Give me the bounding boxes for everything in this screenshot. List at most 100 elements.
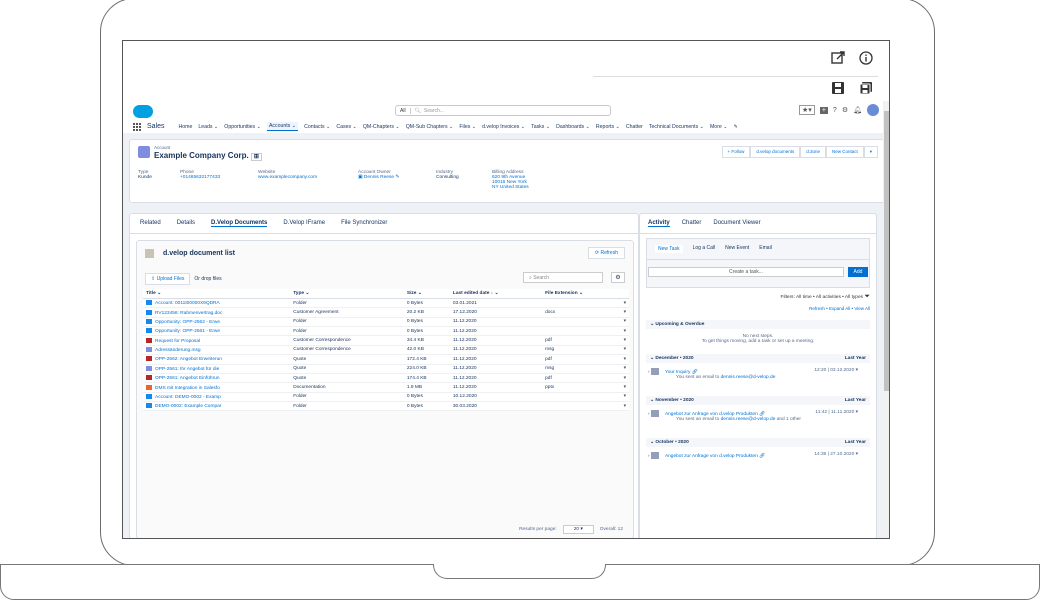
upload-files-button[interactable]: ⇪ Upload Files: [145, 273, 191, 285]
nav-item-contacts[interactable]: Contacts ⌄: [304, 124, 330, 130]
table-row[interactable]: DMS mit Integration in Salesfo Documentat…: [143, 382, 629, 393]
nav-item-opportunities[interactable]: Opportunities ⌄: [224, 124, 261, 130]
row-actions-icon[interactable]: ▾: [620, 354, 629, 365]
doclist-search-input[interactable]: ⌕ Search: [523, 272, 603, 283]
scrollbar-thumb[interactable]: [884, 111, 889, 391]
tab-file-synchronizer[interactable]: File Synchronizer: [341, 220, 387, 227]
composer-tab-log-a-call[interactable]: Log a Call: [693, 245, 716, 253]
table-row[interactable]: Account: DEMO-0002 - Examp Folder 0 Bytes 1…: [143, 392, 629, 402]
column-header-type[interactable]: Type ⌄: [290, 289, 404, 299]
activity-links[interactable]: Refresh • Expand All • View All: [809, 306, 870, 311]
table-row[interactable]: Request for Proposal Customer Corresponde…: [143, 335, 629, 346]
composer-tab-new-task[interactable]: New Task: [655, 245, 683, 253]
search-scope[interactable]: All: [396, 107, 411, 114]
month-section[interactable]: ⌄ December • 2020 Last Year: [646, 354, 870, 363]
nav-item-qm-sub-chapters[interactable]: QM-Sub Chapters ⌄: [406, 124, 454, 130]
table-row[interactable]: OPP-2562: Angebot Erweiterun Quote 172.4 K…: [143, 354, 629, 365]
row-actions-icon[interactable]: ▾: [620, 392, 629, 402]
document-link[interactable]: Account: DEMO-0002 - Examp: [155, 395, 221, 400]
nav-item-leads[interactable]: Leads ⌄: [198, 124, 218, 130]
upcoming-section[interactable]: ⌄ Upcoming & Overdue: [646, 320, 870, 329]
save-all-icon[interactable]: [859, 81, 873, 98]
results-per-page-select[interactable]: 20 ▾: [562, 525, 594, 534]
row-actions-icon[interactable]: ▾: [620, 382, 629, 393]
row-actions-icon[interactable]: ▾: [620, 317, 629, 328]
document-link[interactable]: OPP-2562: Angebot Erweiterun: [155, 357, 222, 362]
global-search[interactable]: All 🔍︎ Search...: [395, 105, 611, 116]
document-link[interactable]: Opportunity: OPP-2561 - Erwe: [155, 329, 220, 334]
document-link[interactable]: DMS mit Integration in Salesfo: [155, 385, 220, 390]
activity-item[interactable]: › Angebot zur Anfrage von d.velop Produk…: [648, 452, 870, 459]
document-link[interactable]: Request for Proposal: [155, 339, 200, 344]
external-link-icon[interactable]: [831, 51, 845, 68]
document-link[interactable]: OPP-2561: Angebot Einführun: [155, 376, 220, 381]
add-button[interactable]: Add: [848, 267, 868, 277]
composer-tab-email[interactable]: Email: [759, 245, 772, 253]
nav-item-reports[interactable]: Reports ⌄: [596, 124, 620, 130]
page-scrollbar[interactable]: [883, 101, 889, 538]
nav-item-tasks[interactable]: Tasks ⌄: [531, 124, 550, 130]
bell-icon[interactable]: 🔔︎: [853, 106, 862, 114]
salesforce-logo[interactable]: [133, 105, 153, 118]
table-row[interactable]: Opportunity: OPP-2561 - Erwe Folder 0 Byte…: [143, 326, 629, 337]
column-header-file-extension[interactable]: File Extension ⌄: [542, 289, 621, 299]
document-link[interactable]: Adressänderung.msg: [155, 348, 201, 353]
row-actions-icon[interactable]: ▾: [620, 401, 629, 412]
nav-item-d-velop-invoices[interactable]: d.velop Invoices ⌄: [482, 124, 525, 130]
row-actions-icon[interactable]: ▾: [620, 364, 629, 374]
new-contact-button[interactable]: New Contact: [825, 146, 864, 158]
create-task-input[interactable]: Create a task...: [648, 267, 844, 277]
hierarchy-icon[interactable]: ⊞: [250, 153, 262, 161]
d3one-button[interactable]: d.3one: [800, 146, 826, 158]
row-actions-icon[interactable]: ▾: [620, 307, 629, 318]
document-link[interactable]: Opportunity: OPP-2562 - Erwe: [155, 320, 220, 325]
nav-item-technical-documents[interactable]: Technical Documents ⌄: [649, 124, 704, 130]
tab-d-velop-iframe[interactable]: D.Velop IFrame: [283, 220, 325, 227]
column-header-last-edited-date[interactable]: Last edited date ↓ ⌄: [449, 289, 543, 299]
app-launcher-icon[interactable]: [133, 122, 141, 131]
table-row[interactable]: RV123456: Rahmenvertrag.doc Customer Agre…: [143, 307, 629, 318]
tab-related[interactable]: Related: [140, 220, 161, 227]
nav-item-dashboards[interactable]: Dashboards ⌄: [556, 124, 590, 130]
tab-details[interactable]: Details: [177, 220, 195, 227]
nav-item-chatter[interactable]: Chatter: [626, 124, 643, 130]
refresh-button[interactable]: ⟳ Refresh: [587, 247, 625, 259]
filter-icon[interactable]: ⏷: [864, 293, 870, 300]
nav-item-accounts[interactable]: Accounts ⌄: [266, 122, 299, 131]
more-actions-icon[interactable]: ▾: [863, 146, 878, 158]
table-row[interactable]: OPP-2561: Ihr Angebot für die Quote 224.0 …: [143, 364, 629, 374]
nav-item-home[interactable]: Home: [179, 124, 193, 130]
document-link[interactable]: OPP-2561: Ihr Angebot für die: [155, 367, 219, 372]
document-link[interactable]: Account: 0011t00000X9QDRA: [155, 301, 220, 306]
composer-tab-new-event[interactable]: New Event: [725, 245, 749, 253]
table-row[interactable]: OPP-2561: Angebot Einführun Quote 174.4 KB…: [143, 373, 629, 384]
row-actions-icon[interactable]: ▾: [620, 298, 629, 309]
nav-item-cases[interactable]: Cases ⌄: [336, 124, 357, 130]
settings-gear-icon[interactable]: ⚙: [611, 272, 625, 283]
add-icon[interactable]: +: [819, 106, 828, 114]
tab-chatter[interactable]: Chatter: [682, 220, 702, 227]
nav-item-more[interactable]: More ⌄: [710, 124, 728, 130]
avatar[interactable]: [867, 104, 879, 116]
follow-button[interactable]: + Follow: [721, 146, 751, 158]
edit-nav-icon[interactable]: ✎: [734, 124, 738, 130]
nav-item-files[interactable]: Files ⌄: [459, 124, 476, 130]
tab-activity[interactable]: Activity: [648, 220, 670, 227]
search-input[interactable]: Search...: [421, 108, 444, 114]
info-icon[interactable]: [859, 51, 873, 68]
month-section[interactable]: ⌄ November • 2020 Last Year: [646, 396, 870, 405]
month-section[interactable]: ⌄ October • 2020 Last Year: [646, 438, 870, 447]
column-header-size[interactable]: Size ⌄: [403, 289, 450, 299]
table-row[interactable]: Opportunity: OPP-2562 - Erwe Folder 0 Byte…: [143, 317, 629, 328]
row-actions-icon[interactable]: ▾: [620, 335, 629, 346]
document-link[interactable]: DEMO-0002: Example Compar: [155, 404, 221, 409]
recipient-link[interactable]: dennis.reese@d-velop.de: [721, 417, 776, 422]
activity-subject[interactable]: Angebot zur Anfrage von d.velop Produkte…: [665, 454, 765, 459]
tab-document-viewer[interactable]: Document Viewer: [713, 220, 760, 227]
help-icon[interactable]: ?: [833, 107, 837, 114]
activity-item[interactable]: › Angebot zur Anfrage von d.velop Produk…: [648, 410, 870, 422]
recipient-link[interactable]: dennis.reese@d-velop.de: [721, 375, 776, 380]
document-link[interactable]: RV123456: Rahmenvertrag.doc: [155, 310, 222, 315]
tab-d-velop-documents[interactable]: D.Velop Documents: [211, 220, 268, 227]
row-actions-icon[interactable]: ▾: [620, 345, 629, 356]
